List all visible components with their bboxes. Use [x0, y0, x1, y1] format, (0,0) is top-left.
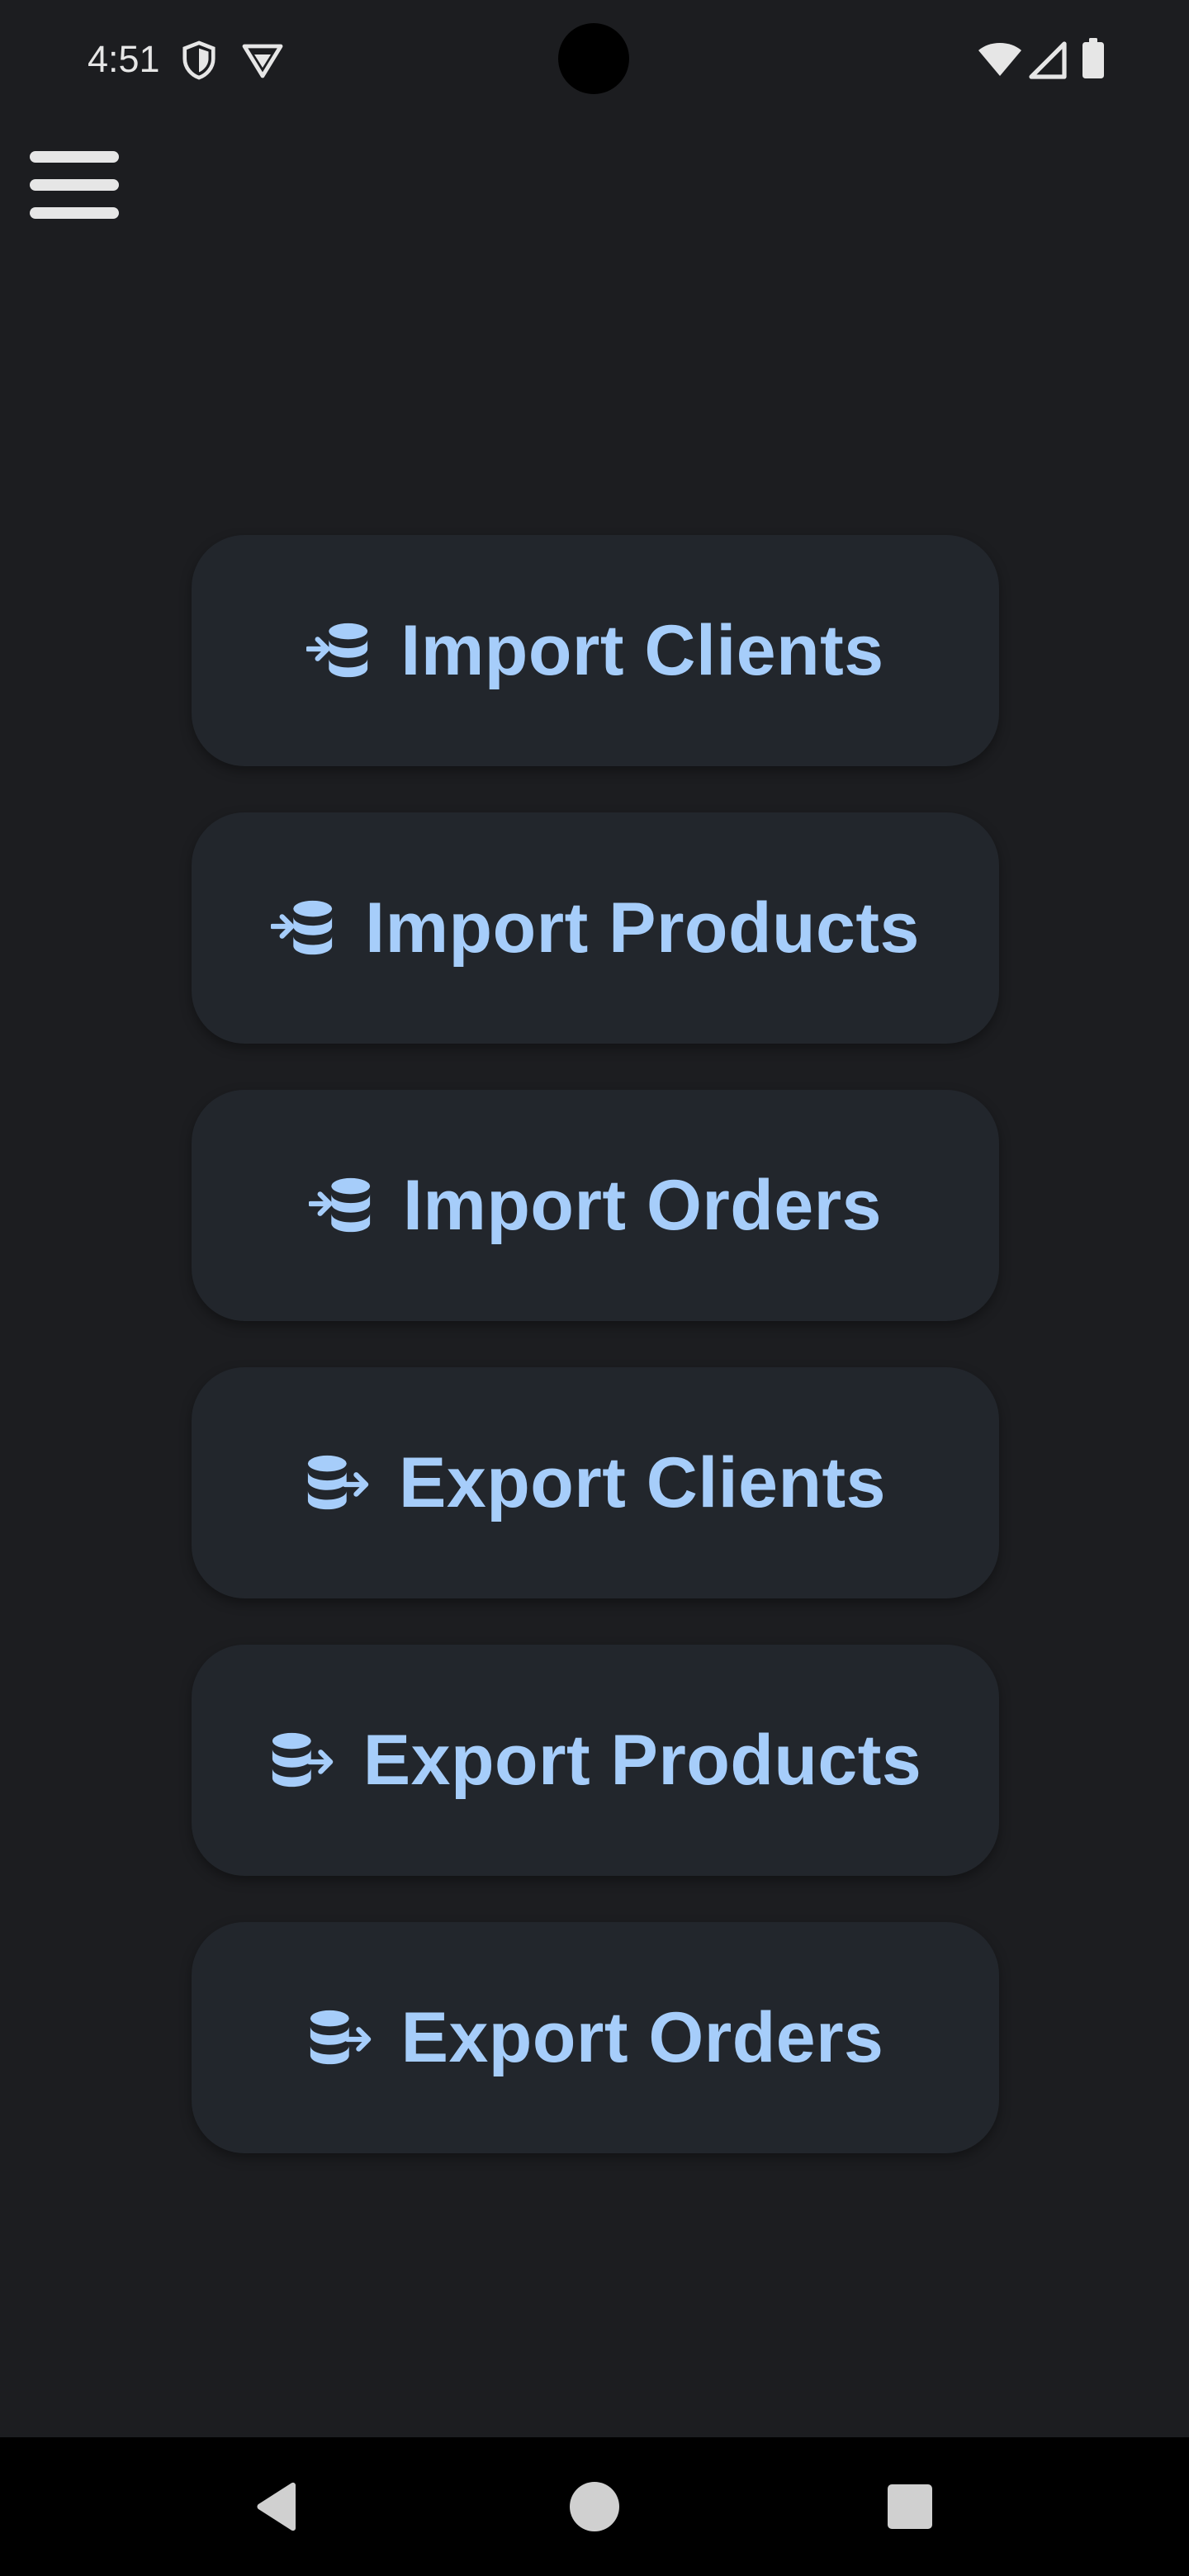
button-label: Export Orders [400, 1997, 884, 2077]
back-button[interactable] [211, 2437, 343, 2576]
back-icon [257, 2482, 296, 2531]
export-clients-button[interactable]: Export Clients [192, 1367, 999, 1598]
database-import-icon [309, 1177, 371, 1233]
cell-signal-icon [1029, 41, 1067, 79]
import-orders-button[interactable]: Import Orders [192, 1090, 999, 1321]
button-label: Import Clients [400, 610, 884, 690]
action-button-list: Import Clients Import Products Import Or… [192, 535, 999, 2153]
button-label: Import Orders [403, 1165, 882, 1245]
import-products-button[interactable]: Import Products [192, 812, 999, 1044]
home-button[interactable] [528, 2437, 661, 2576]
shield-icon [182, 40, 216, 80]
hamburger-menu-icon [30, 151, 119, 219]
button-label: Export Products [362, 1720, 922, 1800]
vpn-icon [242, 44, 283, 78]
status-time: 4:51 [88, 38, 160, 80]
menu-button[interactable] [20, 135, 129, 234]
wifi-icon [978, 43, 1021, 76]
recents-button[interactable] [844, 2437, 976, 2576]
button-label: Export Clients [399, 1442, 886, 1522]
export-orders-button[interactable]: Export Orders [192, 1922, 999, 2153]
database-export-icon [307, 1455, 369, 1510]
status-bar: 4:51 [0, 0, 1189, 119]
recents-icon [888, 2484, 932, 2529]
camera-cutout [558, 23, 629, 94]
battery-icon [1082, 38, 1104, 78]
export-products-button[interactable]: Export Products [192, 1645, 999, 1876]
database-export-icon [272, 1732, 333, 1788]
import-clients-button[interactable]: Import Clients [192, 535, 999, 766]
home-icon [570, 2482, 619, 2531]
database-export-icon [310, 2010, 371, 2065]
database-import-icon [306, 623, 368, 678]
system-nav-bar [0, 2437, 1189, 2576]
database-import-icon [271, 900, 333, 955]
button-label: Import Products [365, 888, 920, 968]
